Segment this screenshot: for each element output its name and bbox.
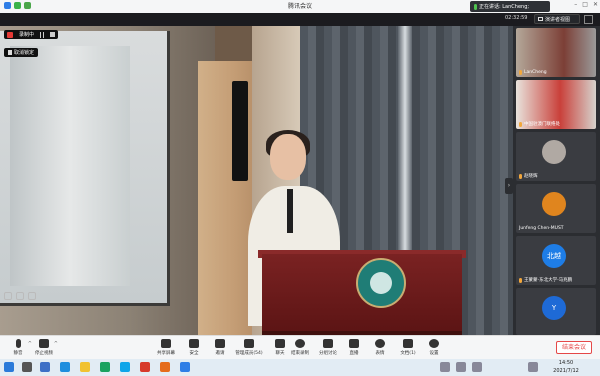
avatar [542,192,566,216]
participant-name: 赵晓辉 [524,174,538,179]
document-icon [403,339,413,348]
reactions-label: 表情 [375,351,385,356]
avatar: Y [542,296,566,320]
search-icon[interactable] [22,362,32,372]
mic-icon [15,339,21,348]
main-video [0,26,513,335]
avatar: 北越 [542,244,566,268]
participant-tile[interactable]: 北越 王蒙蒙-东北大学-马兆鹏 [516,236,596,285]
edge-icon[interactable] [60,362,70,372]
settings-label: 设置 [429,351,439,356]
recording-indicator: 录制中 [4,30,59,39]
speaking-label: 正在讲话: LanCheng; [479,4,530,10]
close-icon[interactable]: ✕ [593,1,598,8]
share-icon [161,339,171,348]
tray-icon[interactable] [440,362,450,372]
pause-recording-icon[interactable] [40,31,45,38]
system-clock[interactable]: 14:50 2021/7/12 [548,359,584,375]
ime-icon[interactable] [528,362,538,372]
browser-icon[interactable] [160,362,170,372]
record-icon [295,339,305,348]
collapse-sidebar-button[interactable]: › [505,178,513,194]
volume-icon[interactable] [472,362,482,372]
record-label: 结束录制 [291,351,309,356]
participant-name: 中国驻澳门联络处 [524,122,560,127]
stop-recording-icon[interactable] [50,32,56,37]
share-label: 共享屏幕 [157,351,175,356]
participant-tile[interactable]: Y [516,288,596,335]
shield-icon [189,339,199,348]
minimize-icon[interactable]: – [574,1,577,8]
mute-label: 静音 [13,351,23,356]
recording-label: 录制中 [19,32,35,38]
system-date: 2021/7/12 [553,368,579,374]
grid-icon [538,17,543,21]
start-icon[interactable] [4,362,14,372]
mic-icon [519,70,522,75]
camera-switch-icon[interactable] [4,292,12,300]
video-label: 停止视频 [35,351,53,356]
wps-icon[interactable] [140,362,150,372]
camera-icon [39,339,49,348]
microphone [287,189,293,233]
elapsed-time: 02:32:59 [505,15,528,21]
manage-label: 管理成员(54) [235,351,263,356]
participant-name: Junfeng Chen-MUST [519,226,564,231]
emoji-icon [375,339,385,348]
unpin-label: 取消锁定 [14,50,35,56]
members-icon [244,339,254,348]
breakout-icon [323,339,333,348]
mic-icon [519,121,522,127]
view-mode-label: 演讲者视图 [545,16,571,23]
mic-icon [474,3,477,10]
mic-icon [519,277,522,283]
security-label: 安全 [189,351,199,356]
pin-icon [8,50,12,55]
window-titlebar: 腾讯会议 正在讲话: LanCheng; – □ ✕ [0,0,600,13]
video-button[interactable]: 停止视频 ^ [26,337,62,359]
mic-icon [519,173,522,179]
video-controls [4,292,36,300]
speaker-face [270,134,306,180]
breakout-label: 分组讨论 [319,351,337,356]
participant-tile[interactable]: Junfeng Chen-MUST [516,184,596,233]
taskview-icon[interactable] [40,362,50,372]
meeting-toolbar: 静音 ^ 停止视频 ^ 共享屏幕 安全 邀请 管理成员(54) 聊天 结束录制 … [0,335,600,359]
more-icon[interactable] [28,292,36,300]
unpin-button[interactable]: 取消锁定 [4,48,39,57]
maximize-icon[interactable]: □ [582,1,588,8]
university-logo [356,258,406,308]
participant-tile[interactable]: 中国驻澳门联络处 [516,80,596,129]
wechat-icon[interactable] [100,362,110,372]
chevron-up-icon[interactable]: ^ [54,341,58,347]
system-time: 14:50 [558,360,574,366]
live-label: 直播 [349,351,359,356]
speaking-indicator: 正在讲话: LanCheng; [470,1,550,12]
wall-speaker [232,81,248,181]
invite-label: 邀请 [215,351,225,356]
qq-icon[interactable] [120,362,130,372]
tencent-meeting-icon[interactable] [180,362,190,372]
os-taskbar [0,359,600,376]
projector-screen [0,31,170,306]
network-icon[interactable] [456,362,466,372]
participant-name: 王蒙蒙-东北大学-马兆鹏 [524,278,573,283]
view-mode-button[interactable]: 演讲者视图 [534,14,580,24]
fullscreen-icon[interactable] [584,15,593,24]
end-meeting-button[interactable]: 结束会议 [556,341,592,354]
folder-icon[interactable] [80,362,90,372]
avatar [542,140,566,164]
settings-button[interactable]: 设置 [416,337,452,359]
live-icon [349,339,359,348]
gear-icon [429,339,439,348]
invite-icon [215,339,225,348]
participant-name: LanCheng [524,70,547,75]
screen-icon[interactable] [16,292,24,300]
participant-tile[interactable]: 赵晓辉 [516,132,596,181]
documents-label: 文档(1) [400,351,416,356]
record-icon [7,31,13,38]
participant-tile[interactable]: LanCheng [516,28,596,77]
